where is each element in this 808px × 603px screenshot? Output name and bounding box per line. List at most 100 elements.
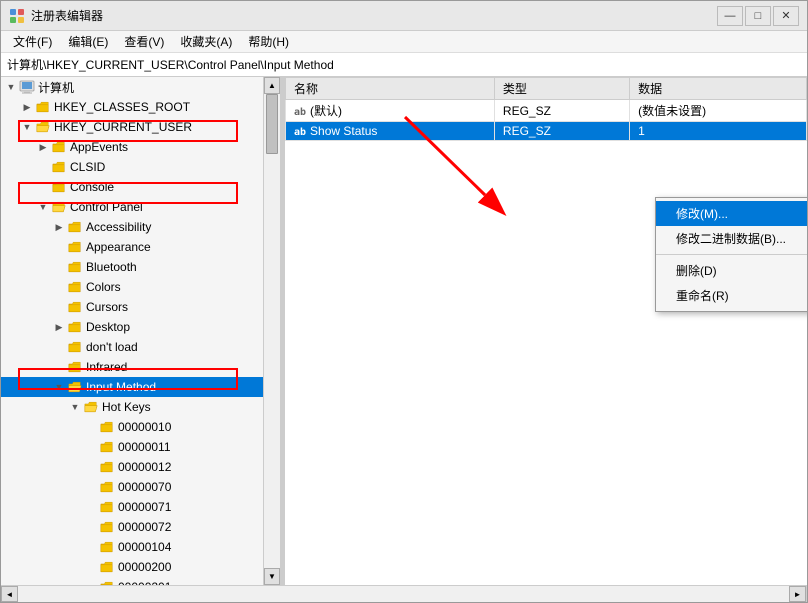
menu-help[interactable]: 帮助(H) xyxy=(240,31,297,52)
tree-item-k00000201[interactable]: 00000201 xyxy=(1,577,263,585)
cell-name-1: abShow Status xyxy=(286,122,495,141)
tree-item-controlpanel[interactable]: ▼ Control Panel xyxy=(1,197,263,217)
tree-scrollbar[interactable]: ▲ ▼ xyxy=(263,77,280,585)
tree-item-desktop[interactable]: ▶ Desktop xyxy=(1,317,263,337)
expander-placeholder xyxy=(51,259,67,275)
cell-type-1: REG_SZ xyxy=(494,122,629,141)
tree-item-k00000011[interactable]: 00000011 xyxy=(1,437,263,457)
menu-file[interactable]: 文件(F) xyxy=(5,31,60,52)
scroll-up-btn[interactable]: ▲ xyxy=(264,77,280,94)
folder-icon-hotkeys xyxy=(83,400,99,414)
ctx-item-0[interactable]: 修改(M)... xyxy=(656,201,807,226)
folder-icon-inputmethod xyxy=(67,380,83,394)
left-pane: ▼ 计算机▶ HKEY_CLASSES_ROOT▼ HKEY_CURRENT_U… xyxy=(1,77,281,585)
folder-icon-accessibility xyxy=(67,220,83,234)
folder-icon-appearance xyxy=(67,240,83,254)
tree-label-infrared: Infrared xyxy=(86,360,127,374)
address-bar: 计算机\HKEY_CURRENT_USER\Control Panel\Inpu… xyxy=(1,53,807,77)
tree-label-k00000012: 00000012 xyxy=(118,460,171,474)
tree-item-k00000010[interactable]: 00000010 xyxy=(1,417,263,437)
menu-bar: 文件(F) 编辑(E) 查看(V) 收藏夹(A) 帮助(H) xyxy=(1,31,807,53)
tree-item-clsid[interactable]: CLSID xyxy=(1,157,263,177)
tree-label-inputmethod: Input Method xyxy=(86,380,156,394)
address-path: 计算机\HKEY_CURRENT_USER\Control Panel\Inpu… xyxy=(7,56,334,73)
reg-row-0[interactable]: ab(默认) REG_SZ (数值未设置) xyxy=(286,100,807,122)
tree-item-k00000012[interactable]: 00000012 xyxy=(1,457,263,477)
menu-edit[interactable]: 编辑(E) xyxy=(60,31,116,52)
scroll-right-btn[interactable]: ► xyxy=(789,586,806,602)
tree-item-cursors[interactable]: Cursors xyxy=(1,297,263,317)
registry-table: 名称 类型 数据 ab(默认) REG_SZ (数值未设置) abShow St… xyxy=(285,77,807,141)
tree-item-infrared[interactable]: Infrared xyxy=(1,357,263,377)
reg-row-1[interactable]: abShow Status REG_SZ 1 xyxy=(286,122,807,141)
tree-item-appevents[interactable]: ▶ AppEvents xyxy=(1,137,263,157)
tree-item-hkcu[interactable]: ▼ HKEY_CURRENT_USER xyxy=(1,117,263,137)
menu-favorites[interactable]: 收藏夹(A) xyxy=(172,31,240,52)
cell-name-0: ab(默认) xyxy=(286,100,495,122)
minimize-button[interactable]: — xyxy=(717,6,743,26)
tree-label-dontload: don't load xyxy=(86,340,138,354)
ctx-item-3[interactable]: 删除(D) xyxy=(656,258,807,283)
scroll-left-btn[interactable]: ◄ xyxy=(1,586,18,602)
tree-item-k00000104[interactable]: 00000104 xyxy=(1,537,263,557)
folder-icon-hkcr xyxy=(35,100,51,114)
expander-appevents[interactable]: ▶ xyxy=(35,139,51,155)
expander-hotkeys[interactable]: ▼ xyxy=(67,399,83,415)
tree-item-k00000071[interactable]: 00000071 xyxy=(1,497,263,517)
tree-item-k00000072[interactable]: 00000072 xyxy=(1,517,263,537)
folder-icon-bluetooth xyxy=(67,260,83,274)
expander-accessibility[interactable]: ▶ xyxy=(51,219,67,235)
folder-icon-k00000010 xyxy=(99,420,115,434)
expander-computer[interactable]: ▼ xyxy=(3,79,19,95)
cell-data-1: 1 xyxy=(630,122,807,141)
tree-item-bluetooth[interactable]: Bluetooth xyxy=(1,257,263,277)
folder-icon-controlpanel xyxy=(51,200,67,214)
expander-desktop[interactable]: ▶ xyxy=(51,319,67,335)
tree-item-k00000070[interactable]: 00000070 xyxy=(1,477,263,497)
folder-icon-k00000012 xyxy=(99,460,115,474)
tree-item-computer[interactable]: ▼ 计算机 xyxy=(1,77,263,97)
tree-label-desktop: Desktop xyxy=(86,320,130,334)
expander-controlpanel[interactable]: ▼ xyxy=(35,199,51,215)
maximize-button[interactable]: □ xyxy=(745,6,771,26)
folder-icon-hkcu xyxy=(35,120,51,134)
ctx-separator-2 xyxy=(656,254,807,255)
tree-label-colors: Colors xyxy=(86,280,121,294)
folder-icon-k00000104 xyxy=(99,540,115,554)
ctx-item-4[interactable]: 重命名(R) xyxy=(656,283,807,308)
tree-item-appearance[interactable]: Appearance xyxy=(1,237,263,257)
folder-icon-k00000072 xyxy=(99,520,115,534)
tree-item-dontload[interactable]: don't load xyxy=(1,337,263,357)
tree-label-hkcr: HKEY_CLASSES_ROOT xyxy=(54,100,190,114)
tree-item-hkcr[interactable]: ▶ HKEY_CLASSES_ROOT xyxy=(1,97,263,117)
menu-view[interactable]: 查看(V) xyxy=(116,31,172,52)
tree-item-accessibility[interactable]: ▶ Accessibility xyxy=(1,217,263,237)
tree-item-console[interactable]: Console xyxy=(1,177,263,197)
tree-item-k00000200[interactable]: 00000200 xyxy=(1,557,263,577)
tree-label-appearance: Appearance xyxy=(86,240,151,254)
folder-icon-infrared xyxy=(67,360,83,374)
bottom-scrollbar[interactable]: ◄ ► xyxy=(1,586,807,602)
tree-label-k00000104: 00000104 xyxy=(118,540,171,554)
scroll-thumb[interactable] xyxy=(266,94,278,154)
tree-label-appevents: AppEvents xyxy=(70,140,128,154)
expander-hkcr[interactable]: ▶ xyxy=(19,99,35,115)
tree-label-accessibility: Accessibility xyxy=(86,220,151,234)
ctx-item-1[interactable]: 修改二进制数据(B)... xyxy=(656,226,807,251)
expander-inputmethod[interactable]: ▼ xyxy=(51,379,67,395)
expander-placeholder xyxy=(83,579,99,585)
folder-icon-clsid xyxy=(51,160,67,174)
col-data: 数据 xyxy=(630,78,807,100)
title-bar: 注册表编辑器 — □ ✕ xyxy=(1,1,807,31)
scroll-down-btn[interactable]: ▼ xyxy=(264,568,280,585)
folder-icon-k00000200 xyxy=(99,560,115,574)
tree-item-inputmethod[interactable]: ▼ Input Method xyxy=(1,377,263,397)
expander-placeholder xyxy=(83,519,99,535)
expander-placeholder xyxy=(51,279,67,295)
tree-scroll-area: ▼ 计算机▶ HKEY_CLASSES_ROOT▼ HKEY_CURRENT_U… xyxy=(1,77,280,585)
expander-hkcu[interactable]: ▼ xyxy=(19,119,35,135)
tree-item-colors[interactable]: Colors xyxy=(1,277,263,297)
close-button[interactable]: ✕ xyxy=(773,6,799,26)
tree-item-hotkeys[interactable]: ▼ Hot Keys xyxy=(1,397,263,417)
tree-label-k00000011: 00000011 xyxy=(118,440,171,454)
